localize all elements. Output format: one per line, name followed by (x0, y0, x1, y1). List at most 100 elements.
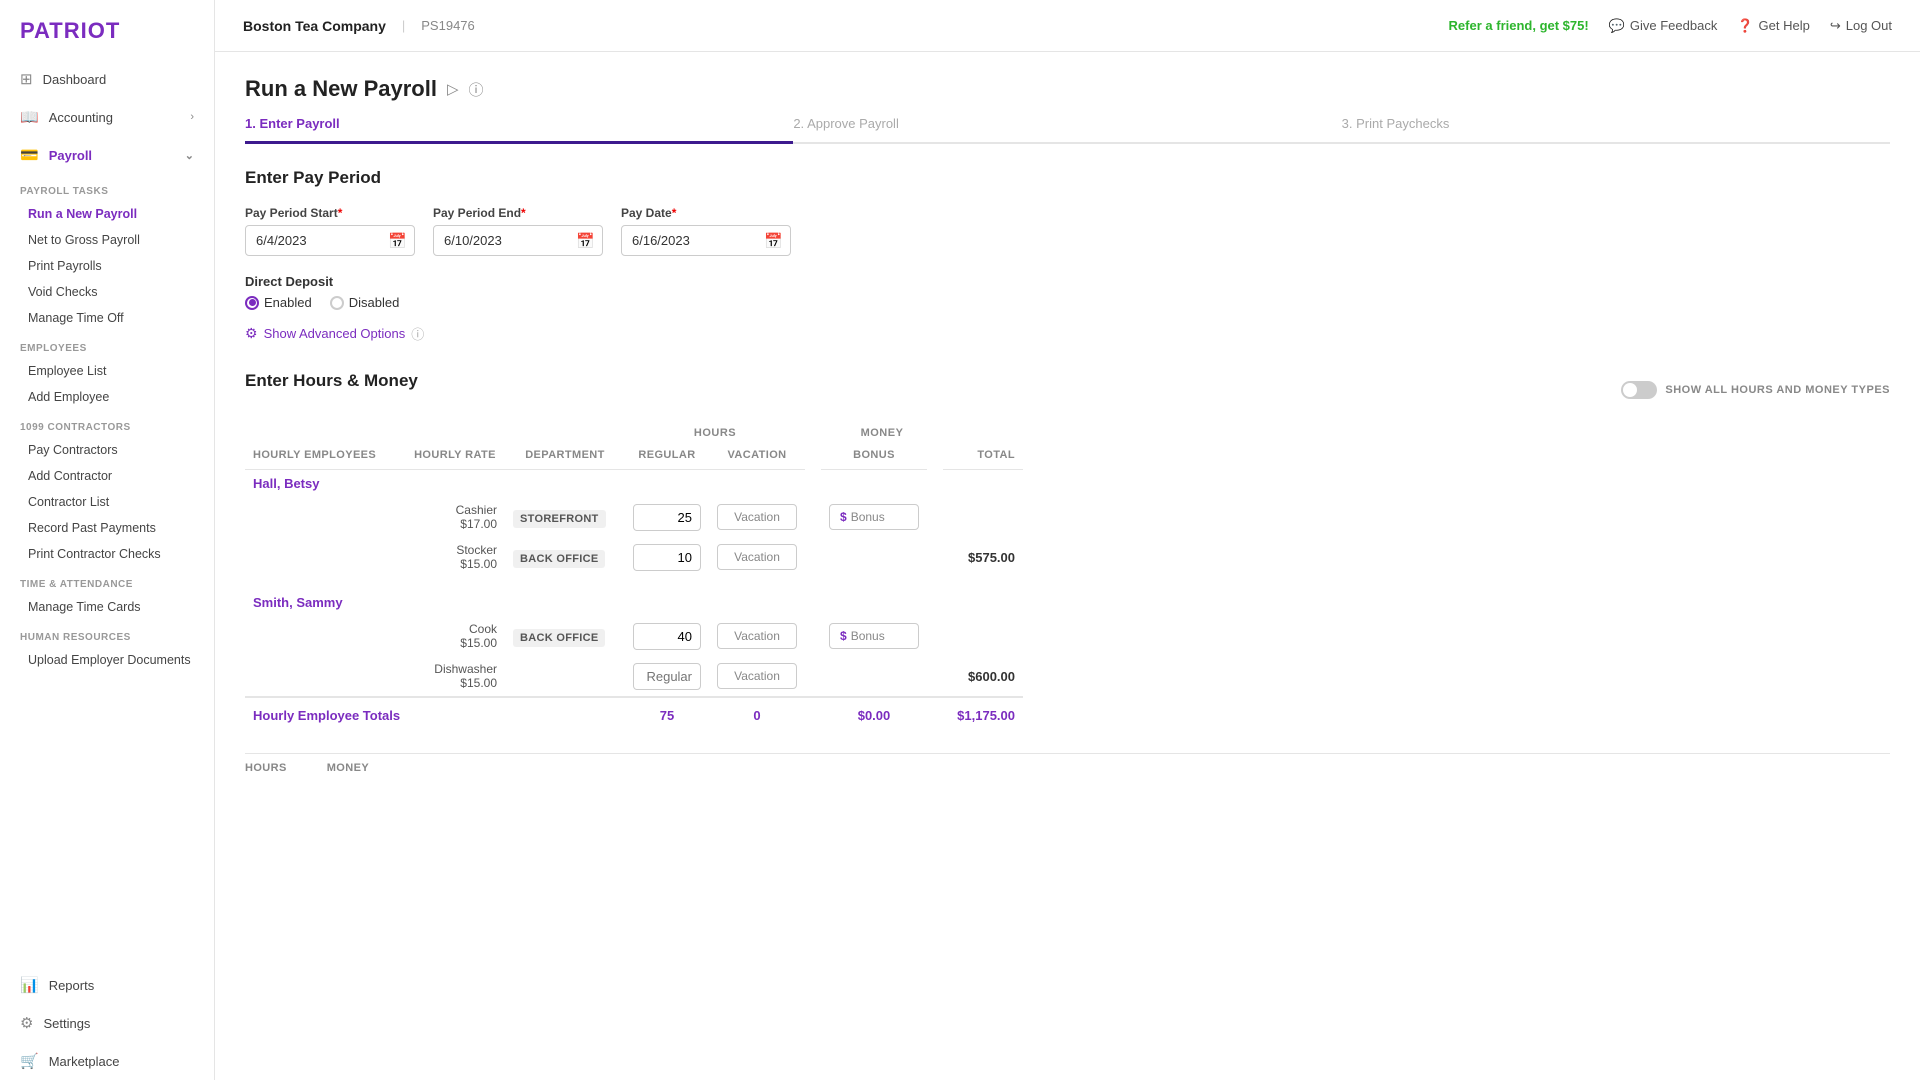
col-vacation: Vacation (709, 445, 805, 470)
sidebar-item-label: Reports (49, 978, 95, 993)
topbar-right: Refer a friend, get $75! 💬 Give Feedback… (1449, 18, 1892, 34)
page-title: Run a New Payroll (245, 76, 437, 102)
calendar-icon[interactable]: 📅 (764, 232, 783, 250)
employee-name-smith[interactable]: Smith, Sammy (253, 595, 343, 610)
sidebar-item-print-contractor-checks[interactable]: Print Contractor Checks (0, 541, 214, 567)
role-cook: Cook $15.00 (405, 616, 505, 656)
step-1[interactable]: 1. Enter Payroll (245, 116, 793, 144)
totals-regular: 75 (625, 697, 709, 733)
col-dept: Department (505, 445, 625, 470)
bonus-btn-smith-1[interactable]: $ Bonus (829, 623, 919, 649)
sidebar-item-reports[interactable]: 📊 Reports (0, 966, 214, 1004)
direct-deposit-enabled[interactable]: Enabled (245, 295, 312, 310)
sidebar-item-record-past-payments[interactable]: Record Past Payments (0, 515, 214, 541)
payroll-table: HOURS MONEY Hourly Employees Hourly Rate… (245, 421, 1890, 733)
accounting-icon: 📖 (20, 108, 39, 126)
col-total: Total (943, 445, 1023, 470)
totals-label: Hourly Employee Totals (245, 697, 625, 733)
main-panel: Boston Tea Company | PS19476 Refer a fri… (215, 0, 1920, 1080)
sidebar-item-marketplace[interactable]: 🛒 Marketplace (0, 1042, 214, 1080)
pay-period-title: Enter Pay Period (245, 168, 1890, 188)
bottom-money-label: MONEY (327, 762, 369, 774)
sidebar-item-contractor-list[interactable]: Contractor List (0, 489, 214, 515)
video-icon[interactable]: ▷ (447, 80, 459, 98)
direct-deposit-label: Direct Deposit (245, 274, 1890, 289)
sidebar-item-label: Settings (43, 1016, 90, 1031)
payroll-icon: 💳 (20, 146, 39, 164)
sidebar-item-pay-contractors[interactable]: Pay Contractors (0, 437, 214, 463)
calendar-icon[interactable]: 📅 (388, 232, 407, 250)
company-name: Boston Tea Company (243, 18, 386, 34)
show-all-toggle[interactable] (1621, 381, 1657, 399)
sidebar-item-add-employee[interactable]: Add Employee (0, 384, 214, 410)
dept-storefront: STOREFRONT (513, 510, 606, 528)
sidebar-item-label: Marketplace (49, 1054, 120, 1069)
sidebar-item-void-checks[interactable]: Void Checks (0, 279, 214, 305)
sidebar-item-print-payrolls[interactable]: Print Payrolls (0, 253, 214, 279)
sidebar-item-run-payroll[interactable]: Run a New Payroll (0, 201, 214, 227)
sidebar-item-manage-time-cards[interactable]: Manage Time Cards (0, 594, 214, 620)
hours-money-title: Enter Hours & Money (245, 371, 418, 391)
help-icon-advanced[interactable]: ⓘ (411, 324, 424, 343)
direct-deposit-radio-group: Enabled Disabled (245, 295, 1890, 310)
vacation-btn-smith-1[interactable]: Vacation (717, 623, 797, 649)
give-feedback-link[interactable]: 💬 Give Feedback (1609, 18, 1718, 34)
help-circle-icon[interactable]: ⓘ (469, 79, 484, 100)
end-label: Pay Period End* (433, 206, 603, 220)
employees-label: EMPLOYEES (0, 331, 214, 358)
regular-input-smith-2[interactable] (633, 663, 701, 690)
dashboard-icon: ⊞ (20, 70, 33, 88)
sidebar-item-label: Dashboard (43, 72, 107, 87)
sidebar-item-payroll[interactable]: 💳 Payroll ⌄ (0, 136, 214, 174)
sidebar-item-manage-time-off[interactable]: Manage Time Off (0, 305, 214, 331)
vacation-btn-smith-2[interactable]: Vacation (717, 663, 797, 689)
sidebar-item-settings[interactable]: ⚙ Settings (0, 1004, 214, 1042)
end-date-wrap: 📅 (433, 225, 603, 256)
pay-date-wrap: 📅 (621, 225, 791, 256)
bonus-btn-hall-1[interactable]: $ Bonus (829, 504, 919, 530)
logout-link[interactable]: ↪ Log Out (1830, 18, 1892, 34)
sidebar-item-upload-docs[interactable]: Upload Employer Documents (0, 647, 214, 673)
regular-input-hall-2[interactable] (633, 544, 701, 571)
table-row: Stocker $15.00 BACK OFFICE Vacation $575… (245, 537, 1890, 577)
pay-date-group: Pay Date* 📅 (621, 206, 791, 256)
vacation-btn-hall-1[interactable]: Vacation (717, 504, 797, 530)
hours-money-header: Enter Hours & Money SHOW ALL HOURS AND M… (245, 371, 1890, 409)
sidebar-item-add-contractor[interactable]: Add Contractor (0, 463, 214, 489)
sidebar-item-net-to-gross[interactable]: Net to Gross Payroll (0, 227, 214, 253)
bottom-hours-label: HOURS (245, 762, 287, 774)
total-hall-1 (943, 497, 1023, 537)
direct-deposit-disabled[interactable]: Disabled (330, 295, 400, 310)
show-advanced-options[interactable]: ⚙ Show Advanced Options ⓘ (245, 324, 1890, 343)
employee-name-hall[interactable]: Hall, Betsy (253, 476, 319, 491)
dept-backoffice-1: BACK OFFICE (513, 550, 605, 568)
sidebar-item-employee-list[interactable]: Employee List (0, 358, 214, 384)
totals-bonus: $0.00 (821, 697, 927, 733)
regular-input-smith-1[interactable] (633, 623, 701, 650)
vacation-btn-hall-2[interactable]: Vacation (717, 544, 797, 570)
get-help-link[interactable]: ❓ Get Help (1737, 18, 1810, 34)
content-area: Run a New Payroll ▷ ⓘ 1. Enter Payroll 2… (215, 52, 1920, 1080)
employee-name-row: Hall, Betsy (245, 470, 1890, 498)
help-icon: ❓ (1737, 18, 1753, 34)
toggle-row: SHOW ALL HOURS AND MONEY TYPES (1621, 381, 1890, 399)
table-row: Dishwasher $15.00 Vacation $600.00 (245, 656, 1890, 697)
start-date-wrap: 📅 (245, 225, 415, 256)
total-smith-2: $600.00 (943, 656, 1023, 697)
employee-name-row: Smith, Sammy (245, 589, 1890, 616)
sidebar-item-accounting[interactable]: 📖 Accounting › (0, 98, 214, 136)
table-row: Cook $15.00 BACK OFFICE Vacation $ Bonus (245, 616, 1890, 656)
dept-backoffice-2: BACK OFFICE (513, 629, 605, 647)
time-attendance-label: TIME & ATTENDANCE (0, 567, 214, 594)
step-3[interactable]: 3. Print Paychecks (1342, 116, 1890, 144)
sidebar-item-dashboard[interactable]: ⊞ Dashboard (0, 60, 214, 98)
logo: PATRIOT (20, 18, 120, 43)
regular-input-hall-1[interactable] (633, 504, 701, 531)
marketplace-icon: 🛒 (20, 1052, 39, 1070)
refer-link[interactable]: Refer a friend, get $75! (1449, 18, 1589, 33)
radio-enabled-circle (245, 296, 259, 310)
chevron-right-icon: › (190, 111, 194, 123)
step-2[interactable]: 2. Approve Payroll (793, 116, 1341, 144)
bottom-section: HOURS MONEY (245, 753, 1890, 774)
calendar-icon[interactable]: 📅 (576, 232, 595, 250)
